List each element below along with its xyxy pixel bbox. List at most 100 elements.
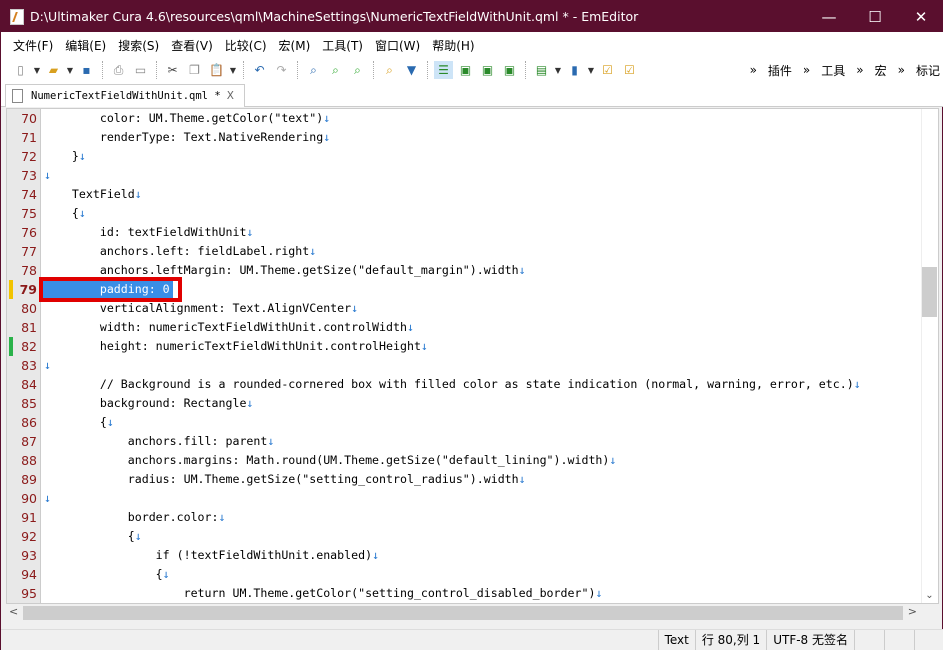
wrap-char-icon[interactable]: ▣	[500, 61, 519, 79]
toolbar-more[interactable]: »	[894, 63, 909, 77]
menu-window[interactable]: 窗口(W)	[375, 37, 420, 54]
encoding-icon[interactable]: ▮	[565, 61, 584, 79]
menu-edit[interactable]: 编辑(E)	[65, 37, 106, 54]
menu-help[interactable]: 帮助(H)	[432, 37, 474, 54]
line-number: 93	[21, 548, 37, 563]
menu-tools[interactable]: 工具(T)	[322, 37, 363, 54]
find-previous-icon[interactable]: ⌕	[348, 61, 367, 79]
menu-view[interactable]: 查看(V)	[171, 37, 213, 54]
newline-icon: ↓	[246, 396, 254, 410]
tools-toolbar[interactable]: 工具	[817, 62, 849, 79]
code-line[interactable]: 77 anchors.left: fieldLabel.right↓	[7, 242, 922, 261]
open-folder-icon[interactable]: ▰	[44, 61, 63, 79]
code-content: radius: UM.Theme.getSize("setting_contro…	[44, 472, 519, 486]
undo-icon[interactable]: ↶	[250, 61, 269, 79]
print-preview-icon[interactable]: ▭	[131, 61, 150, 79]
code-line[interactable]: 89 radius: UM.Theme.getSize("setting_con…	[7, 470, 922, 489]
menu-macro[interactable]: 宏(M)	[279, 37, 311, 54]
close-button[interactable]: ✕	[898, 8, 943, 26]
code-line[interactable]: 76 id: textFieldWithUnit↓	[7, 223, 922, 242]
config-icon[interactable]: ▤	[532, 61, 551, 79]
plugins-toolbar[interactable]: 插件	[764, 62, 796, 79]
wrap-window-icon[interactable]: ▣	[456, 61, 475, 79]
scroll-down-icon[interactable]: ⌄	[922, 590, 937, 601]
menu-file[interactable]: 文件(F)	[13, 37, 53, 54]
save-icon[interactable]: ▪	[77, 61, 96, 79]
resize-grip[interactable]	[914, 630, 943, 650]
code-line[interactable]: 75 {↓	[7, 204, 922, 223]
paste-icon[interactable]: 📋	[207, 61, 226, 79]
line-number: 88	[21, 453, 37, 468]
vertical-scroll-thumb[interactable]	[922, 267, 937, 317]
code-editor[interactable]: 70 color: UM.Theme.getColor("text")↓ 71 r…	[6, 108, 939, 604]
code-line[interactable]: 94 {↓	[7, 565, 922, 584]
dropdown-arrow-icon[interactable]: ▼	[66, 61, 74, 79]
code-line[interactable]: 81 width: numericTextFieldWithUnit.contr…	[7, 318, 922, 337]
redo-icon[interactable]: ↷	[272, 61, 291, 79]
separator	[525, 61, 526, 79]
code-line[interactable]: 92 {↓	[7, 527, 922, 546]
separator	[297, 61, 298, 79]
maximize-button[interactable]: ☐	[852, 8, 898, 26]
macro-toolbar[interactable]: 宏	[871, 62, 891, 79]
find-next-icon[interactable]: ⌕	[326, 61, 345, 79]
dropdown-arrow-icon[interactable]: ▼	[587, 61, 595, 79]
cut-icon[interactable]: ✂	[163, 61, 182, 79]
status-mode[interactable]: Text	[657, 630, 695, 650]
code-line[interactable]: 83 ↓	[7, 356, 922, 375]
code-line[interactable]: 82 height: numericTextFieldWithUnit.cont…	[7, 337, 922, 356]
code-line[interactable]: 79 padding: 0	[7, 277, 922, 302]
checklist-all-icon[interactable]: ☑	[620, 61, 639, 79]
code-line[interactable]: 95 return UM.Theme.getColor("setting_con…	[7, 584, 922, 603]
filter-icon[interactable]: ▼	[402, 61, 421, 79]
code-line[interactable]: 91 border.color:↓	[7, 508, 922, 527]
print-icon[interactable]: ⎙	[109, 61, 128, 79]
dropdown-arrow-icon[interactable]: ▼	[229, 61, 237, 79]
code-line[interactable]: 90 ↓	[7, 489, 922, 508]
status-encoding[interactable]: UTF-8 无签名	[766, 630, 854, 650]
copy-icon[interactable]: ❐	[185, 61, 204, 79]
code-line[interactable]: 74 TextField↓	[7, 185, 922, 204]
minimize-button[interactable]: —	[806, 8, 852, 26]
menu-compare[interactable]: 比较(C)	[225, 37, 267, 54]
code-line[interactable]: 71 renderType: Text.NativeRendering↓	[7, 128, 922, 147]
line-number: 84	[21, 377, 37, 392]
find-icon[interactable]: ⌕	[304, 61, 323, 79]
wrap-icon[interactable]: ☰	[434, 61, 453, 79]
tab-close-button[interactable]: X	[227, 90, 234, 102]
code-line[interactable]: 93 if (!textFieldWithUnit.enabled)↓	[7, 546, 922, 565]
menu-bar: 文件(F) 编辑(E) 搜索(S) 查看(V) 比较(C) 宏(M) 工具(T)…	[1, 32, 943, 58]
code-text: id: textFieldWithUnit↓	[44, 223, 254, 242]
bookmark-toolbar[interactable]: 标记	[912, 62, 943, 79]
modified-marker	[9, 280, 13, 299]
code-line[interactable]: 88 anchors.margins: Math.round(UM.Theme.…	[7, 451, 922, 470]
code-line[interactable]: 73 ↓	[7, 166, 922, 185]
new-file-icon[interactable]: ▯	[11, 61, 30, 79]
code-line[interactable]: 70 color: UM.Theme.getColor("text")↓	[7, 109, 922, 128]
horizontal-scrollbar[interactable]: < >	[6, 604, 939, 622]
dropdown-arrow-icon[interactable]: ▼	[33, 61, 41, 79]
code-line[interactable]: 86 {↓	[7, 413, 922, 432]
code-line[interactable]: 84 // Background is a rounded-cornered b…	[7, 375, 922, 394]
menu-search[interactable]: 搜索(S)	[118, 37, 159, 54]
scroll-right-icon[interactable]: >	[908, 605, 917, 618]
code-line[interactable]: 72 }↓	[7, 147, 922, 166]
wrap-page-icon[interactable]: ▣	[478, 61, 497, 79]
code-line[interactable]: 85 background: Rectangle↓	[7, 394, 922, 413]
code-line[interactable]: 87 anchors.fill: parent↓	[7, 432, 922, 451]
code-line[interactable]: 80 verticalAlignment: Text.AlignVCenter↓	[7, 299, 922, 318]
status-position[interactable]: 行 80,列 1	[694, 630, 766, 650]
scroll-left-icon[interactable]: <	[9, 605, 18, 618]
tab-document[interactable]: NumericTextFieldWithUnit.qml * X	[5, 84, 245, 107]
checklist-icon[interactable]: ☑	[598, 61, 617, 79]
dropdown-arrow-icon[interactable]: ▼	[554, 61, 562, 79]
toolbar-more[interactable]: »	[746, 63, 761, 77]
find-in-files-icon[interactable]: ⌕	[380, 61, 399, 79]
toolbar-more[interactable]: »	[799, 63, 814, 77]
code-content: verticalAlignment: Text.AlignVCenter	[44, 301, 352, 315]
vertical-scrollbar[interactable]: ⌄	[921, 109, 938, 603]
line-number: 81	[21, 320, 37, 335]
horizontal-scroll-thumb[interactable]	[23, 606, 903, 620]
toolbar-more[interactable]: »	[852, 63, 867, 77]
code-content: color: UM.Theme.getColor("text")	[44, 111, 324, 125]
